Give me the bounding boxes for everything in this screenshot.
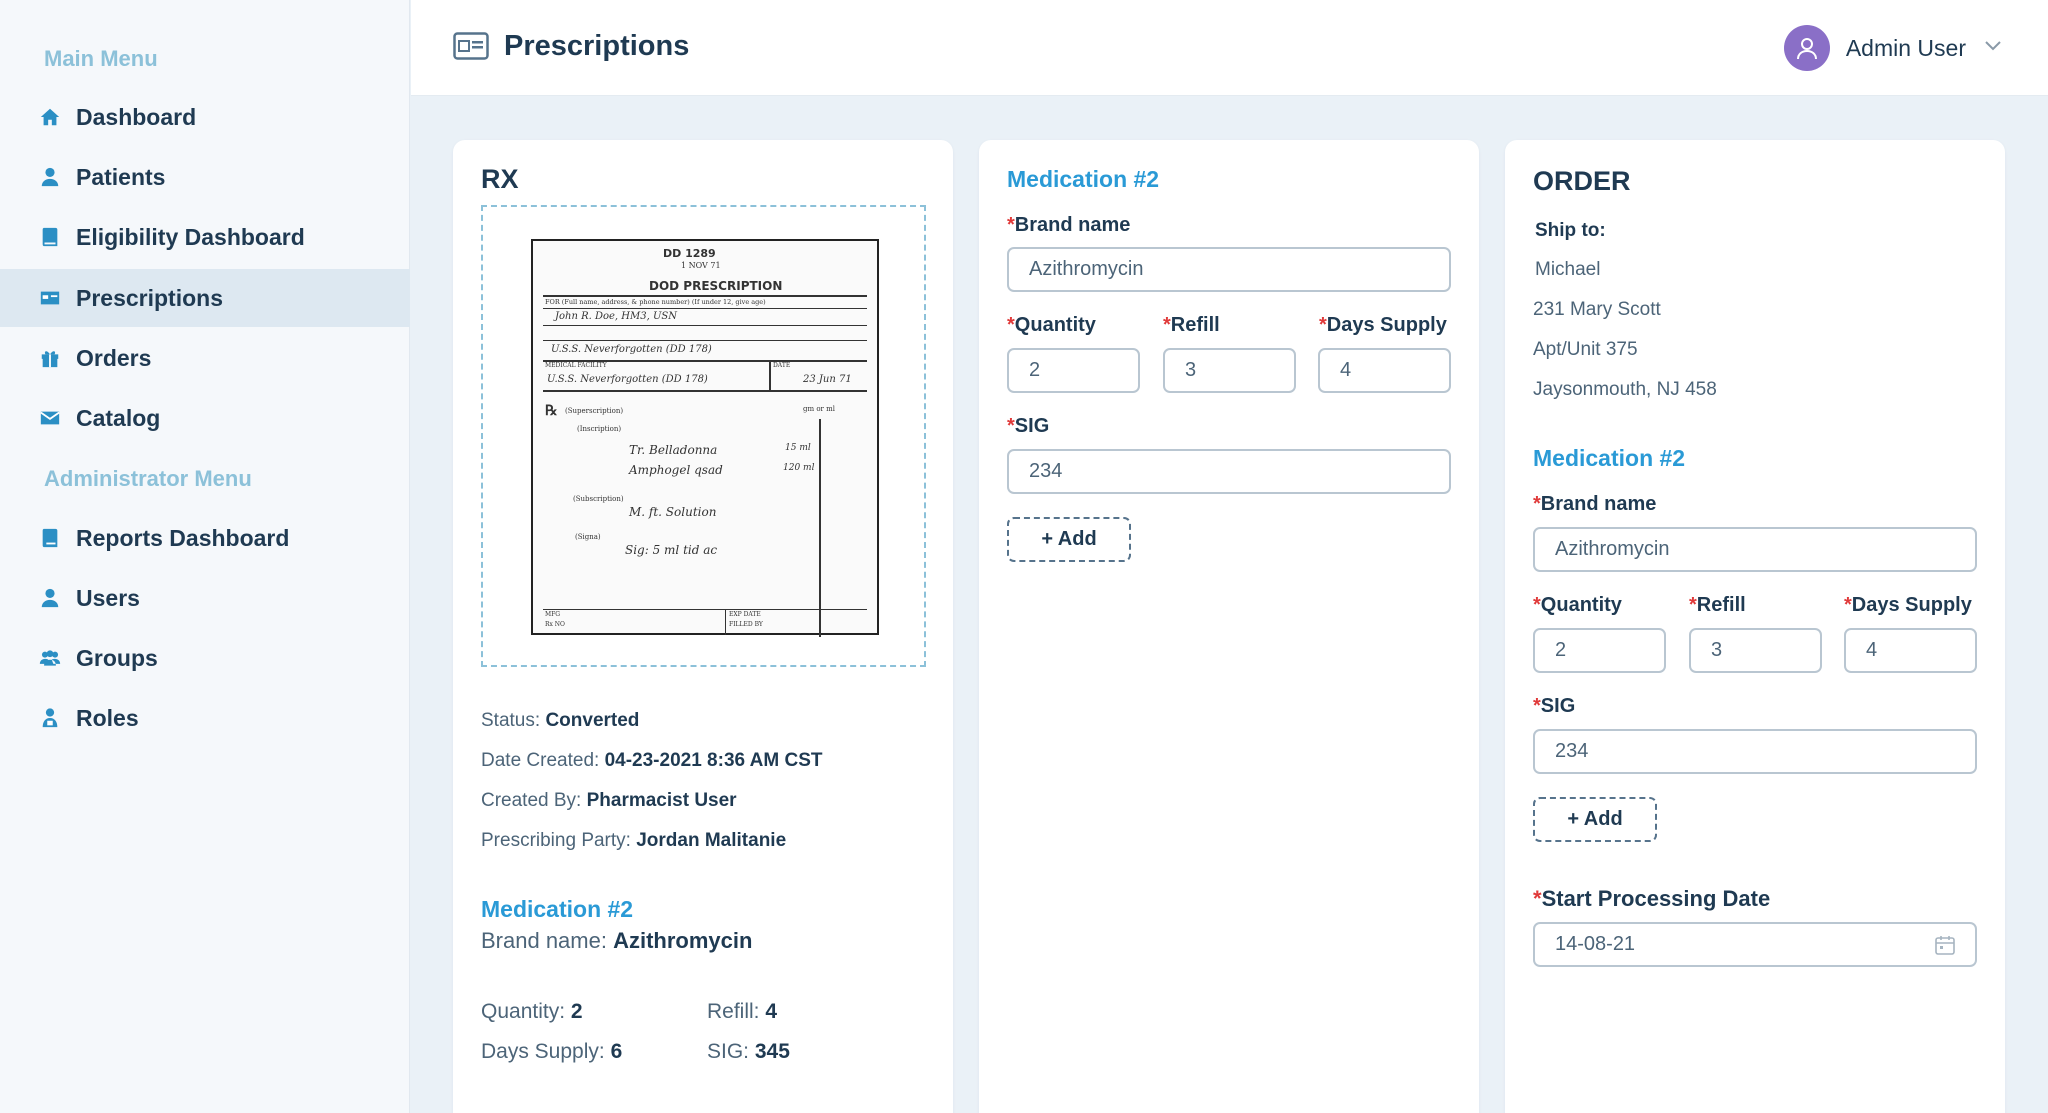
gift-icon [38,346,62,370]
card-icon [38,286,62,310]
sidebar-item-label: Catalog [76,404,161,431]
order-days-supply-input[interactable] [1844,628,1977,673]
add-medication-button[interactable]: + Add [1007,517,1131,562]
book-icon [38,225,62,249]
report-icon [38,526,62,550]
prescription-card-icon [453,32,489,60]
order-quantity-label: *Quantity [1533,594,1622,616]
rx-sig: SIG: 345 [707,1040,790,1063]
person-icon [38,586,62,610]
group-icon [38,646,62,670]
days-supply-input[interactable] [1318,348,1451,393]
sidebar-item-orders[interactable]: Orders [0,329,410,387]
sidebar-item-catalog[interactable]: Catalog [0,389,410,447]
order-medication-title: Medication #2 [1533,445,1686,471]
avatar [1783,25,1830,71]
rx-date-created: Date Created: 04-23-2021 8:36 AM CST [481,750,823,771]
rx-brand-name: Brand name: Azithromycin [481,928,753,953]
sidebar-item-label: Prescriptions [76,284,223,311]
sidebar-item-roles[interactable]: Roles [0,689,410,747]
quantity-label: *Quantity [1007,314,1096,336]
main-menu-heading: Main Menu [44,46,158,71]
quantity-input[interactable] [1007,348,1140,393]
sidebar-item-label: Users [76,584,140,611]
sidebar-item-label: Dashboard [76,103,197,130]
ship-street: 231 Mary Scott [1533,299,1661,320]
sig-label: *SIG [1007,415,1050,437]
order-brand-name-label: *Brand name [1533,493,1657,515]
person-icon [38,165,62,189]
sidebar-item-groups[interactable]: Groups [0,629,410,687]
order-card-title: ORDER [1533,166,1631,196]
order-add-medication-button[interactable]: + Add [1533,797,1657,842]
medication-card: Medication #2 *Brand name *Quantity *Ref… [979,140,1479,1113]
sidebar-item-prescriptions[interactable]: Prescriptions [0,269,410,327]
rx-days-supply: Days Supply: 6 [481,1040,623,1063]
top-header: Prescriptions Admin User [411,0,2048,96]
order-days-supply-label: *Days Supply [1844,594,1972,616]
medication-card-title: Medication #2 [1007,166,1160,192]
sidebar-item-label: Roles [76,704,139,731]
sidebar-item-dashboard[interactable]: Dashboard [0,88,410,146]
ship-unit: Apt/Unit 375 [1533,339,1638,360]
rx-status: Status: Converted [481,710,640,731]
rx-medication-title: Medication #2 [481,896,634,922]
rx-quantity: Quantity: 2 [481,1000,583,1023]
order-card: ORDER Ship to: Michael 231 Mary Scott Ap… [1505,140,2005,1113]
order-refill-label: *Refill [1689,594,1746,616]
sidebar-item-label: Eligibility Dashboard [76,223,305,250]
order-sig-input[interactable] [1533,729,1977,774]
order-refill-input[interactable] [1689,628,1822,673]
sidebar-item-eligibility-dashboard[interactable]: Eligibility Dashboard [0,208,410,266]
role-icon [38,706,62,730]
brand-name-label: *Brand name [1007,214,1131,236]
user-icon [1796,38,1817,60]
home-icon [38,105,62,129]
page-title: Prescriptions [504,30,690,62]
sidebar-item-users[interactable]: Users [0,569,410,627]
admin-menu-heading: Administrator Menu [44,466,252,491]
rx-prescribing-party: Prescribing Party: Jordan Malitanie [481,830,787,851]
refill-label: *Refill [1163,314,1220,336]
refill-input[interactable] [1163,348,1296,393]
ship-name: Michael [1535,259,1601,280]
order-sig-label: *SIG [1533,695,1576,717]
rx-created-by: Created By: Pharmacist User [481,790,737,811]
user-menu[interactable]: Admin User [1783,25,2002,71]
start-processing-date-input[interactable] [1533,922,1977,967]
sidebar-item-label: Reports Dashboard [76,524,290,551]
ship-city: Jaysonmouth, NJ 458 [1533,379,1717,400]
rx-card-title: RX [481,164,519,194]
order-brand-name-input[interactable] [1533,527,1977,572]
sidebar-item-reports-dashboard[interactable]: Reports Dashboard [0,509,410,567]
calendar-icon[interactable] [1934,934,1956,956]
user-name: Admin User [1845,34,1966,61]
rx-card: RX DD 1289 1 NOV 71 DOD PRESCRIPTION FOR… [453,140,953,1113]
sidebar-item-label: Patients [76,163,166,190]
ship-to-label: Ship to: [1535,220,1606,241]
prescription-document: DD 1289 1 NOV 71 DOD PRESCRIPTION FOR (F… [531,239,879,637]
envelope-icon [38,406,62,430]
days-supply-label: *Days Supply [1319,314,1447,336]
sidebar-item-label: Groups [76,644,158,671]
sidebar-item-patients[interactable]: Patients [0,148,410,206]
brand-name-input[interactable] [1007,247,1451,292]
order-quantity-input[interactable] [1533,628,1666,673]
prescription-image[interactable]: DD 1289 1 NOV 71 DOD PRESCRIPTION FOR (F… [481,205,926,667]
sidebar-item-label: Orders [76,344,152,371]
sidebar: Main Menu Dashboard Patients Eligibility… [0,0,410,1113]
sig-input[interactable] [1007,449,1451,494]
start-processing-date-label: *Start Processing Date [1533,886,1771,911]
chevron-down-icon [1984,39,2002,57]
rx-refill: Refill: 4 [707,1000,778,1023]
